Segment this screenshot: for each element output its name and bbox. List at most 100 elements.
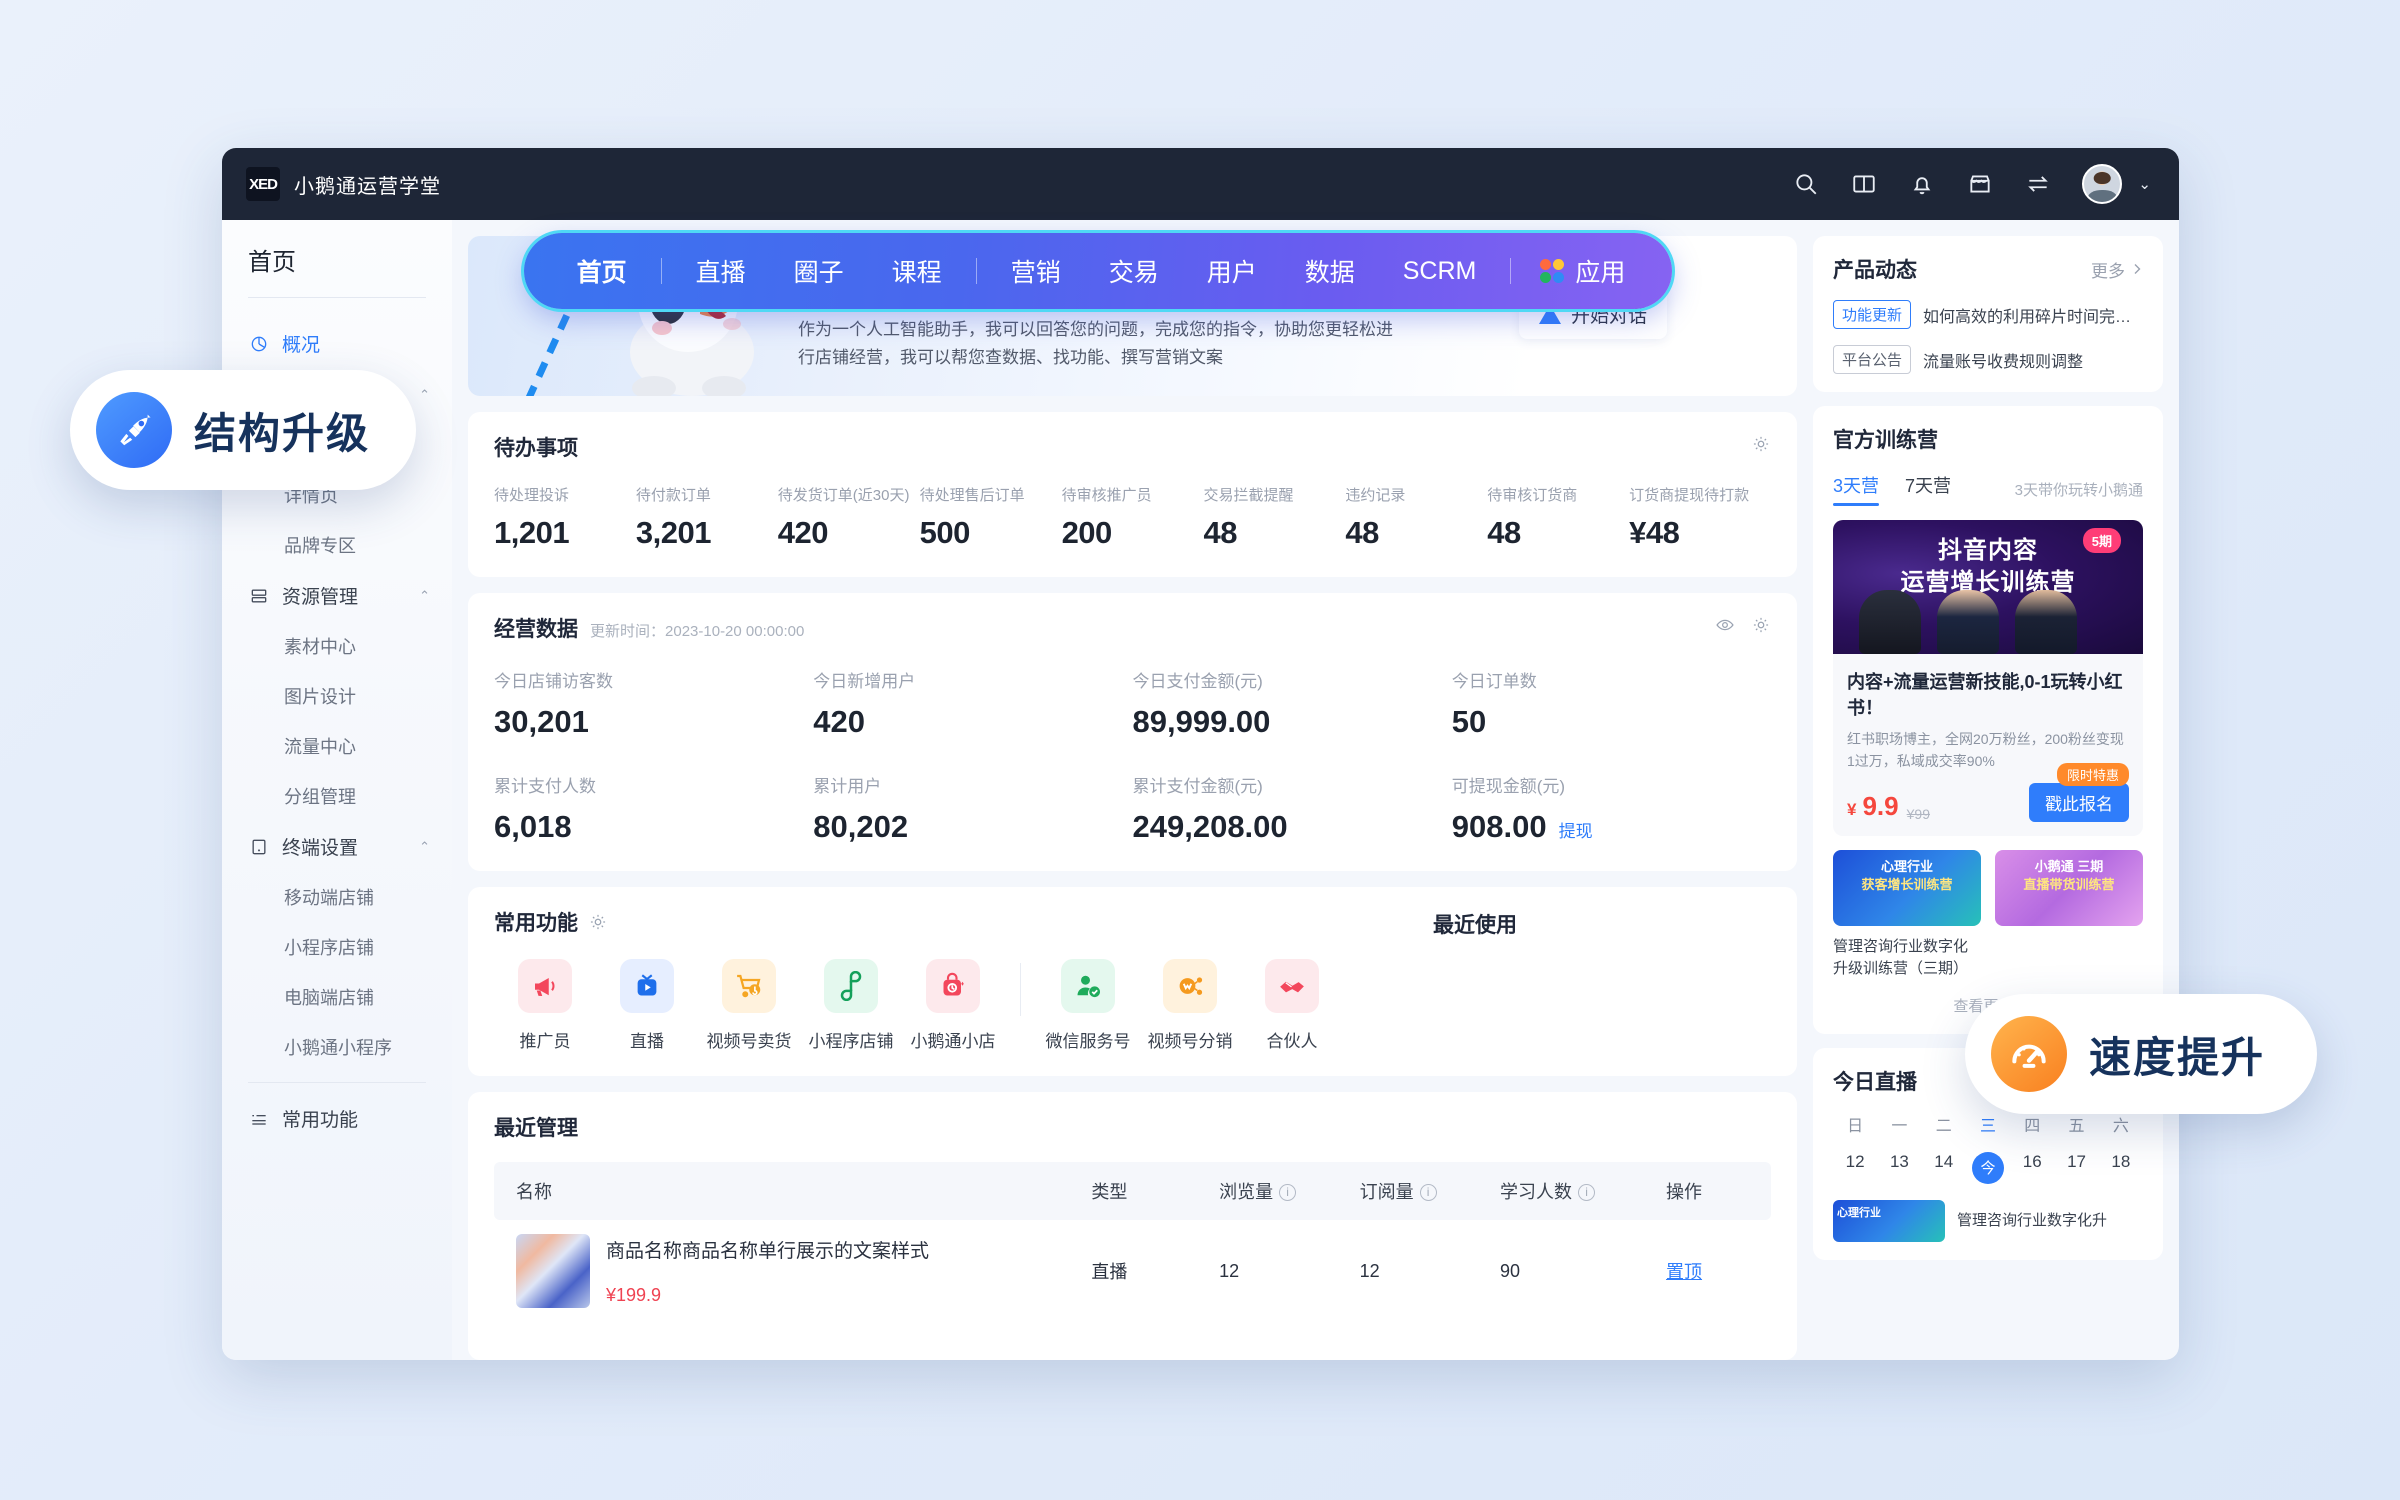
sidebar-item-resource-management[interactable]: 资源管理 ⌃	[222, 570, 452, 621]
promo-card[interactable]: 抖音内容 运营增长训练营 5期 内容+流量运营新技能,0-1玩转小红书！ 红书职…	[1833, 520, 2143, 836]
recent-item-video-distribution[interactable]: 视频号分销	[1139, 959, 1241, 1052]
sidebar-item-group-management[interactable]: 分组管理	[222, 771, 452, 821]
todo-item-value: 200	[1061, 515, 1113, 550]
chevron-up-icon[interactable]: ⌃	[419, 387, 430, 403]
camp-mini-item[interactable]: 小鹅通 三期 直播带货训练营	[1995, 849, 2143, 981]
day-cell[interactable]: 12	[1833, 1152, 1877, 1184]
sidebar-item-material-center[interactable]: 素材中心	[222, 621, 452, 671]
pin-top-link[interactable]: 置顶	[1666, 1262, 1702, 1282]
cell-type: 直播	[1091, 1262, 1128, 1282]
todo-title: 待办事项	[494, 437, 578, 460]
metric: 今日订单数 50	[1452, 667, 1771, 740]
sidebar-item-xiaoetong-miniapp[interactable]: 小鹅通小程序	[222, 1022, 452, 1072]
sidebar-item-overview[interactable]: 概况	[222, 318, 452, 369]
sidebar-item-traffic-center[interactable]: 流量中心	[222, 721, 452, 771]
nav-item-scrm[interactable]: SCRM	[1379, 257, 1501, 286]
book-icon[interactable]	[1850, 170, 1878, 198]
day-cell[interactable]: 17	[2054, 1152, 2098, 1184]
todo-item[interactable]: 待处理售后订单 500	[920, 484, 1062, 551]
avatar[interactable]	[2082, 164, 2123, 204]
promo-old-price: ¥99	[1906, 805, 1930, 822]
live-item[interactable]: 心理行业 管理咨询行业数字化升	[1833, 1199, 2143, 1242]
chevron-up-icon[interactable]: ⌃	[419, 588, 430, 604]
nav-item-users[interactable]: 用户	[1183, 253, 1281, 289]
official-camp-card: 官方训练营 3天营 7天营 3天带你玩转小鹅通 抖音内容 运营增长训练营 5期	[1813, 406, 2163, 1034]
nav-item-data[interactable]: 数据	[1281, 253, 1379, 289]
gear-icon[interactable]	[588, 912, 608, 932]
gear-icon[interactable]	[1751, 615, 1771, 635]
sidebar-item-brand-zone[interactable]: 品牌专区	[222, 520, 452, 570]
nav-item-marketing[interactable]: 营销	[987, 253, 1085, 289]
sidebar-item-common-functions[interactable]: 常用功能	[222, 1093, 452, 1144]
sidebar-item-image-design[interactable]: 图片设计	[222, 671, 452, 721]
metric-value-row: 908.00 提现	[1452, 809, 1771, 845]
col-label: 学习人数	[1500, 1182, 1573, 1202]
sidebar-item-mobile-shop[interactable]: 移动端店铺	[222, 872, 452, 922]
sidebar-item-miniapp-shop[interactable]: 小程序店铺	[222, 922, 452, 972]
weekday: 六	[2112, 1117, 2129, 1135]
todo-item-value: 3,201	[635, 515, 712, 550]
nav-item-circle[interactable]: 圈子	[770, 253, 868, 289]
info-icon[interactable]: i	[1578, 1183, 1596, 1201]
info-icon[interactable]: i	[1279, 1183, 1297, 1201]
tab-7-day-camp[interactable]: 7天营	[1905, 472, 1951, 506]
todo-item[interactable]: 待发货订单(近30天) 420	[778, 484, 920, 551]
chevron-down-icon[interactable]: ⌄	[2138, 175, 2151, 193]
metric-label: 今日店铺访客数	[494, 672, 613, 691]
sidebar-item-device-settings[interactable]: 终端设置 ⌃	[222, 821, 452, 872]
quick-item-video-sales[interactable]: 视频号卖货	[698, 959, 800, 1052]
day-cell[interactable]: 13	[1877, 1152, 1921, 1184]
day-cell[interactable]: 14	[1922, 1152, 1966, 1184]
camp-mini-item[interactable]: 心理行业 获客增长训练营 管理咨询行业数字化升级训练营（三期）	[1833, 849, 1981, 981]
nav-item-apps-label: 应用	[1575, 259, 1626, 287]
todo-item[interactable]: 订货商提现待打款 ¥48	[1629, 484, 1771, 551]
quick-item-live[interactable]: 直播	[596, 959, 698, 1052]
quick-item-label: 小程序店铺	[808, 1032, 894, 1051]
cell-views: 12	[1219, 1260, 1240, 1281]
metric-value: 908.00	[1451, 809, 1547, 844]
eye-icon[interactable]	[1715, 615, 1735, 635]
recent-item-wechat-service[interactable]: 微信服务号	[1037, 959, 1139, 1052]
product-news-more[interactable]: 更多	[2091, 257, 2143, 282]
nav-item-apps[interactable]: 应用	[1521, 253, 1643, 289]
promo-cta-button[interactable]: 戳此报名	[2029, 782, 2129, 822]
topbar-icons: ⌄	[1792, 164, 2179, 204]
col-action: 操作	[1656, 1162, 1771, 1220]
day-cell[interactable]: 16	[2010, 1152, 2054, 1184]
recent-item-partner[interactable]: 合伙人	[1241, 959, 1343, 1052]
todo-item-value: 48	[1203, 515, 1237, 550]
callout-label: 速度提升	[2089, 1033, 2266, 1081]
tab-3-day-camp[interactable]: 3天营	[1833, 472, 1880, 506]
switch-icon[interactable]	[2024, 170, 2052, 198]
search-icon[interactable]	[1792, 170, 1820, 198]
day-cell[interactable]: 18	[2099, 1152, 2143, 1184]
nav-item-course[interactable]: 课程	[868, 253, 966, 289]
todo-item[interactable]: 待付款订单 3,201	[636, 484, 778, 551]
todo-item[interactable]: 交易拦截提醒 48	[1203, 484, 1345, 551]
day-cell-today[interactable]: 今	[1966, 1151, 2010, 1184]
gear-icon[interactable]	[1751, 434, 1771, 454]
overview-icon	[248, 333, 270, 355]
table-row[interactable]: 商品名称商品名称单行展示的文案样式 ¥199.9 直播 12 12 90 置顶	[494, 1220, 1771, 1322]
todo-item[interactable]: 违约记录 48	[1345, 484, 1487, 551]
nav-item-home[interactable]: 首页	[553, 253, 651, 289]
sidebar-item-label: 常用功能	[282, 1110, 359, 1131]
withdraw-link[interactable]: 提现	[1559, 817, 1593, 842]
sidebar-item-pc-shop[interactable]: 电脑端店铺	[222, 972, 452, 1022]
quick-item-promoter[interactable]: 推广员	[494, 959, 596, 1052]
todo-item[interactable]: 待审核推广员 200	[1062, 484, 1204, 551]
news-item[interactable]: 平台公告 流量账号收费规则调整	[1833, 345, 2143, 374]
primary-nav: 首页 直播 圈子 课程 营销 交易 用户 数据 SCRM 应用	[524, 233, 1672, 309]
nav-item-live[interactable]: 直播	[672, 253, 770, 289]
bell-icon[interactable]	[1908, 170, 1936, 198]
chevron-up-icon[interactable]: ⌃	[419, 839, 430, 855]
todo-item[interactable]: 待处理投诉 1,201	[494, 484, 636, 551]
todo-item[interactable]: 待审核订货商 48	[1487, 484, 1629, 551]
news-item[interactable]: 功能更新 如何高效的利用碎片时间完成系统…	[1833, 300, 2143, 329]
quick-item-xiaoetong-store[interactable]: 小鹅通小店	[902, 959, 1004, 1052]
quick-item-miniapp-shop[interactable]: 小程序店铺	[800, 959, 902, 1052]
nav-item-transactions[interactable]: 交易	[1085, 253, 1183, 289]
info-icon[interactable]: i	[1419, 1183, 1437, 1201]
shop-icon[interactable]	[1966, 170, 1994, 198]
quick-functions-card: 常用功能 最近使用 推广员 直播 视频号卖货 小程序店铺 小鹅通小店 微信服务号…	[468, 887, 1797, 1076]
